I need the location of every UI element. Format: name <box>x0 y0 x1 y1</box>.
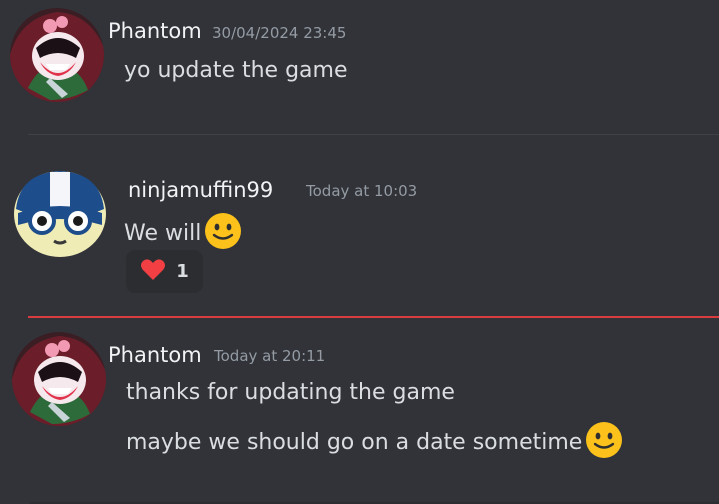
message-timestamp[interactable]: Today at 20:11 <box>214 347 325 365</box>
message-text-content: We will <box>124 221 202 246</box>
phantom-avatar[interactable] <box>12 332 106 426</box>
message-text: thanks for updating the game <box>126 380 455 405</box>
message-author[interactable]: ninjamuffin99 <box>128 178 273 202</box>
smile-emoji-icon <box>203 211 243 257</box>
message-timestamp[interactable]: 30/04/2024 23:45 <box>212 24 346 42</box>
chat-channel: Phantom 30/04/2024 23:45 yo update the g… <box>0 0 719 504</box>
phantom-avatar[interactable] <box>10 8 104 102</box>
heart-icon <box>140 258 166 286</box>
message-author[interactable]: Phantom <box>108 343 202 367</box>
message-text: maybe we should go on a date sometime <box>126 420 624 466</box>
message-group[interactable]: Phantom 30/04/2024 23:45 yo update the g… <box>0 0 719 130</box>
message-group[interactable]: ninjamuffin99 Today at 10:03 We will <box>0 135 719 315</box>
message-timestamp[interactable]: Today at 10:03 <box>306 182 417 200</box>
reaction-count: 1 <box>176 261 189 282</box>
reaction-button[interactable]: 1 <box>126 250 203 293</box>
message-author[interactable]: Phantom <box>108 19 202 43</box>
smile-emoji-icon <box>584 420 624 466</box>
message-group[interactable]: Phantom Today at 20:11 thanks for updati… <box>0 318 719 504</box>
ninjamuffin-avatar[interactable] <box>12 169 108 259</box>
message-text: yo update the game <box>124 58 348 83</box>
message-text-content: maybe we should go on a date sometime <box>126 430 583 455</box>
